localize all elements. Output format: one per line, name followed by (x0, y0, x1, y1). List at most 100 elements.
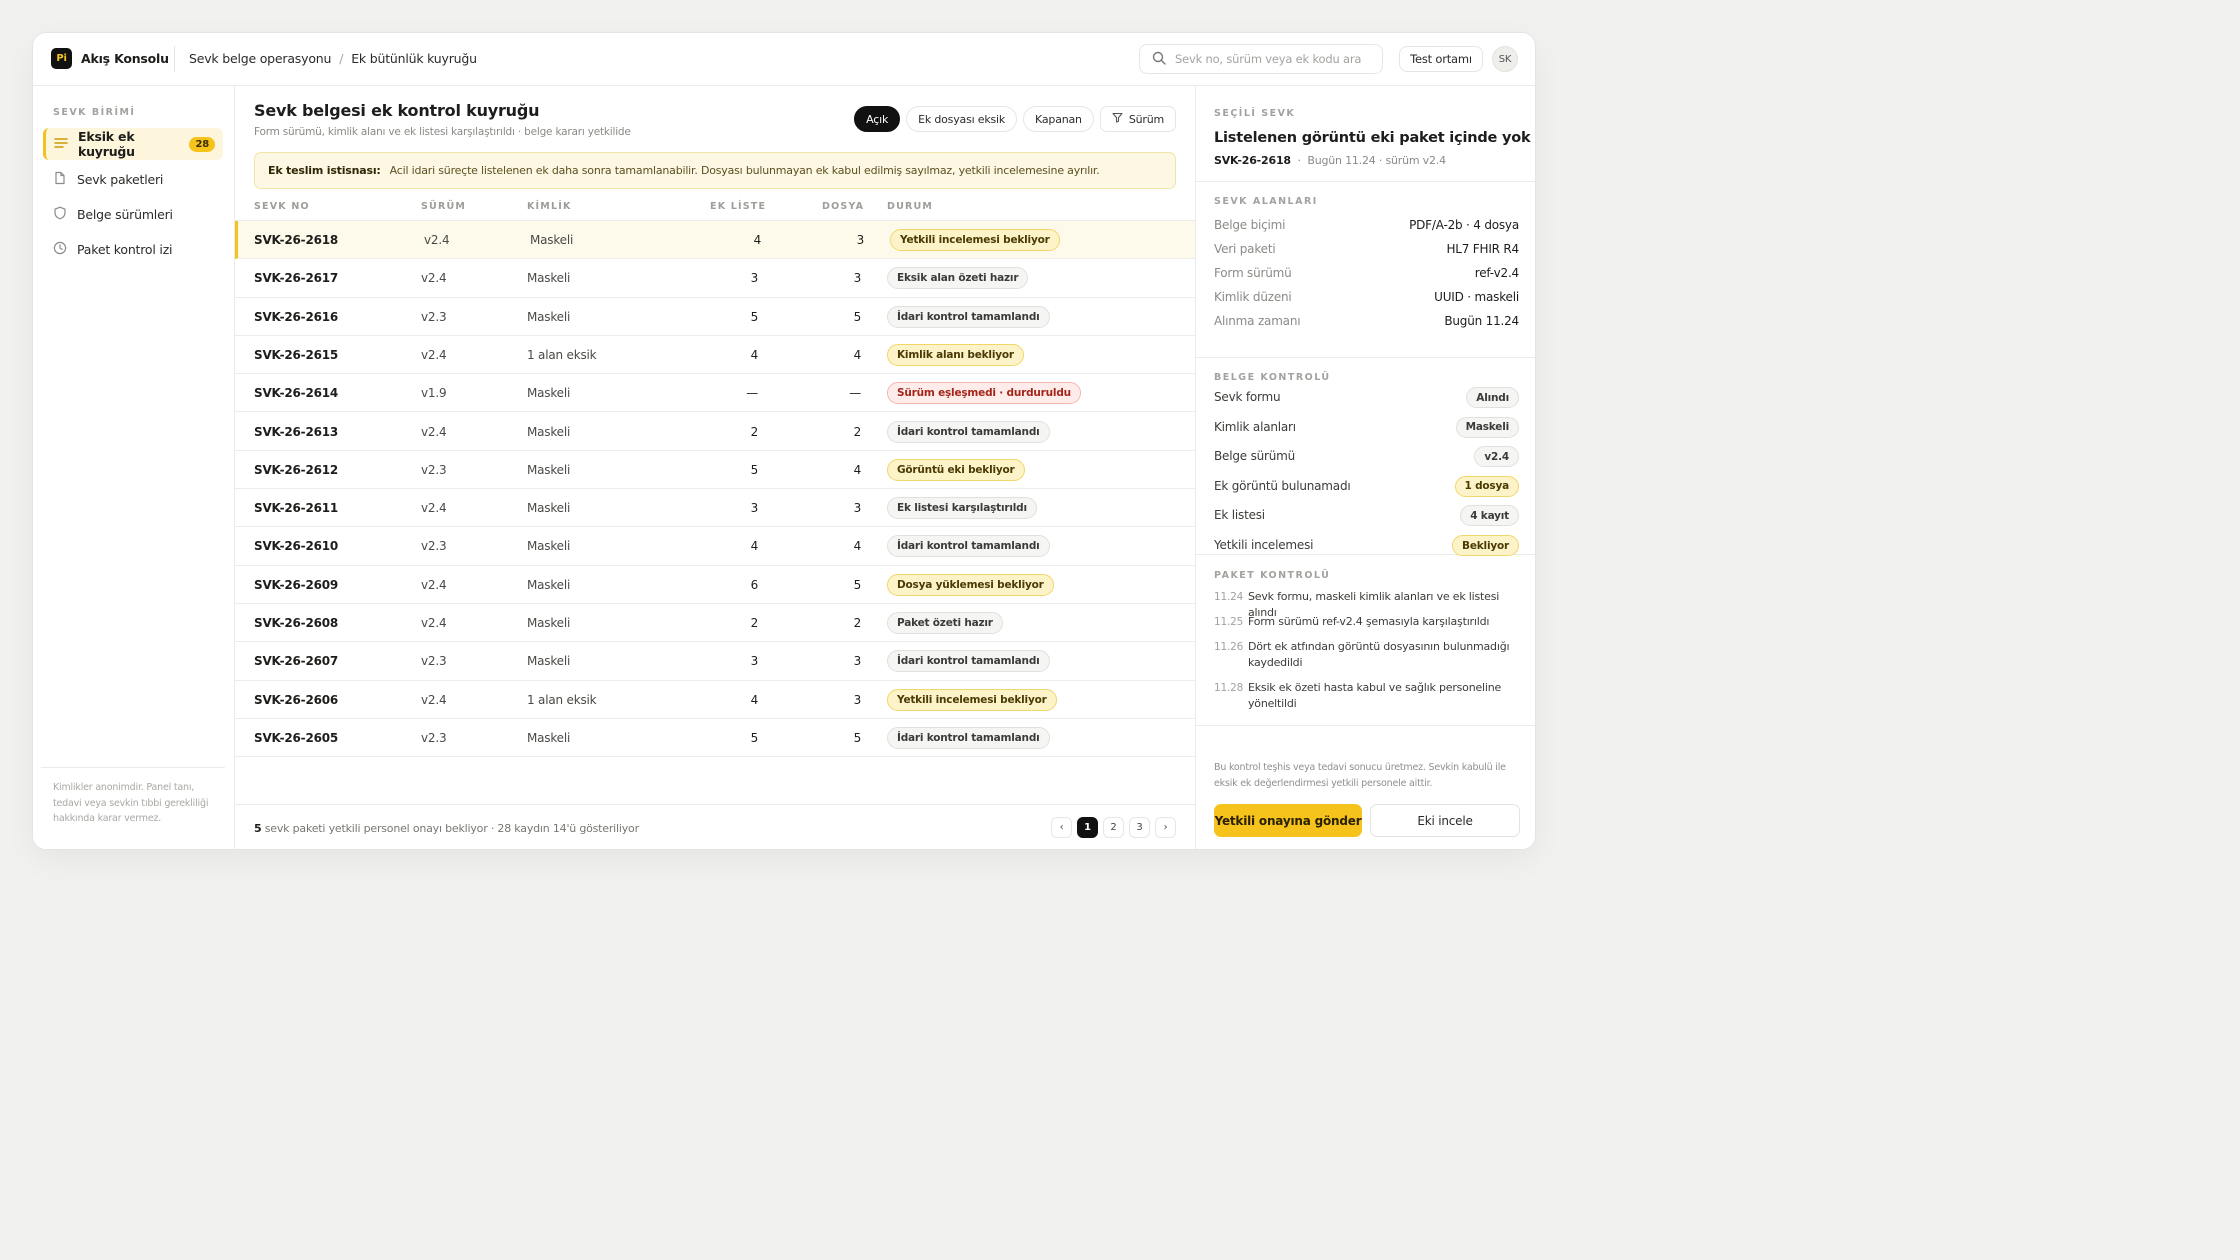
table-row[interactable]: SVK-26-2605 v2.3 Maskeli 5 5 İdari kontrol ta… (235, 719, 1195, 758)
breadcrumb-item-current: Ek bütünlük kuyruğu (351, 51, 477, 66)
fields-section-title: SEVK ALANLARI (1214, 196, 1318, 207)
pagination: ‹ 1 2 3 › (1051, 817, 1176, 838)
detail-title: Listelenen görüntü eki paket içinde yok (1214, 130, 1531, 146)
detail-disclaimer: Bu kontrol teşhis veya tedavi sonucu üre… (1214, 762, 1506, 789)
table-row[interactable]: SVK-26-2614 v1.9 Maskeli — — Sürüm eşleşmedi … (235, 374, 1195, 413)
table-row[interactable]: SVK-26-2612 v2.3 Maskeli 5 4 Görüntü eki bekl… (235, 451, 1195, 490)
sidebar-item-label: Belge sürümleri (77, 206, 173, 222)
checks-section: BELGE KONTROLÜ Sevk formu Alındı Kimlik al… (1196, 358, 1535, 556)
log-time: 11.26 (1214, 641, 1244, 653)
status-badge: Yetkili incelemesi bekliyor (890, 229, 1060, 251)
version-cell: v2.3 (421, 730, 447, 745)
filter-icon (1112, 112, 1123, 126)
column-header-identity[interactable]: KİMLİK (527, 201, 572, 212)
page-title: Sevk belgesi ek kontrol kuyruğu (254, 101, 540, 120)
identity-cell: Maskeli (527, 539, 571, 554)
log-text: Eksik ek özeti hasta kabul ve sağlık per… (1248, 681, 1502, 710)
search-input[interactable] (1175, 52, 1375, 66)
sidebar-item-missing-attachments[interactable]: Eksik ek kuyruğu 28 (43, 128, 223, 160)
send-for-approval-button[interactable]: Yetkili onayına gönder (1214, 804, 1362, 837)
page-2-button[interactable]: 2 (1103, 817, 1124, 838)
filter-open[interactable]: Açık (854, 106, 901, 132)
referral-id: SVK-26-2615 (254, 347, 339, 362)
column-header-id[interactable]: SEVK NO (254, 201, 310, 212)
detail-meta: SVK-26-2618 · Bugün 11.24 · sürüm v2.4 (1214, 154, 1446, 167)
table-row[interactable]: SVK-26-2609 v2.4 Maskeli 6 5 Dosya yüklemesi … (235, 566, 1195, 604)
next-page-button[interactable]: › (1155, 817, 1176, 838)
breadcrumb-item-operation[interactable]: Sevk belge operasyonu (189, 51, 331, 66)
file-count-cell: 3 (853, 271, 862, 286)
list-count-cell: 5 (750, 730, 759, 745)
page-1-button[interactable]: 1 (1077, 817, 1098, 838)
identity-cell: Maskeli (527, 577, 571, 592)
user-avatar[interactable]: SK (1492, 46, 1518, 72)
referral-id: SVK-26-2614 (254, 386, 339, 401)
check-row: Sevk formu Alındı (1214, 387, 1519, 409)
list-count-cell: 4 (753, 233, 762, 247)
table-row[interactable]: SVK-26-2616 v2.3 Maskeli 5 5 İdari kontrol ta… (235, 298, 1195, 336)
referral-id: SVK-26-2605 (254, 730, 339, 745)
breadcrumb-separator: / (339, 51, 344, 66)
table-row[interactable]: SVK-26-2606 v2.4 1 alan eksik 4 3 Yetkili inc… (235, 681, 1195, 719)
identity-cell: Maskeli (527, 309, 571, 324)
inspect-attachment-button[interactable]: Eki incele (1370, 804, 1520, 837)
list-count-cell: 3 (750, 271, 759, 286)
log-section: PAKET KONTROLÜ 11.24 Sevk formu, maskeli … (1196, 555, 1535, 726)
referral-id: SVK-26-2611 (254, 501, 339, 516)
fields-section: SEVK ALANLARI Belge biçimi PDF/A-2b · 4 d… (1196, 182, 1535, 358)
column-header-files[interactable]: DOSYA (822, 201, 864, 212)
column-header-list[interactable]: EK LİSTE (710, 201, 766, 212)
check-label: Sevk formu (1214, 390, 1281, 404)
app-name: Akış Konsolu (81, 51, 169, 66)
check-row: Kimlik alanları Maskeli (1214, 416, 1519, 439)
version-cell: v2.4 (421, 616, 447, 630)
table-row[interactable]: SVK-26-2615 v2.4 1 alan eksik 4 4 Kimlik alan… (235, 336, 1195, 375)
sidebar: SEVK BİRİMİ Eksik ek kuyruğu 28 Sevk pak… (33, 86, 235, 849)
filter-closed[interactable]: Kapanan (1023, 106, 1094, 132)
filter-version-label: Sürüm (1128, 112, 1164, 126)
banner-label: Ek teslim istisnası: (268, 164, 381, 177)
table-row[interactable]: SVK-26-2618 v2.4 Maskeli 4 3 Yetkili inceleme… (235, 221, 1195, 260)
identity-cell: Maskeli (527, 386, 571, 401)
table-row[interactable]: SVK-26-2610 v2.3 Maskeli 4 4 İdari kontrol ta… (235, 527, 1195, 566)
page-3-button[interactable]: 3 (1129, 817, 1150, 838)
version-cell: v2.3 (421, 309, 447, 324)
table-row[interactable]: SVK-26-2617 v2.4 Maskeli 3 3 Eksik alan özeti… (235, 259, 1195, 298)
list-count-cell: 4 (750, 347, 759, 362)
table-row[interactable]: SVK-26-2608 v2.4 Maskeli 2 2 Paket özeti hazı… (235, 604, 1195, 643)
sidebar-item-document-versions[interactable]: Belge sürümleri (43, 198, 223, 230)
pending-summary: 5 sevk paketi yetkili personel onayı bek… (254, 822, 639, 835)
list-count-cell: 6 (750, 577, 759, 592)
table-row[interactable]: SVK-26-2607 v2.3 Maskeli 3 3 İdari kontrol ta… (235, 642, 1195, 681)
table-row[interactable]: SVK-26-2611 v2.4 Maskeli 3 3 Ek listesi karşı… (235, 489, 1195, 528)
column-header-status[interactable]: DURUM (887, 201, 933, 212)
environment-button[interactable]: Test ortamı (1399, 46, 1483, 72)
field-value: Bugün 11.24 (1444, 314, 1519, 328)
referral-id: SVK-26-2617 (254, 271, 339, 286)
field-label: Form sürümü (1214, 266, 1292, 280)
sidebar-item-package-audit[interactable]: Paket kontrol izi (43, 233, 223, 265)
table-footer: 5 sevk paketi yetkili personel onayı bek… (235, 804, 1195, 849)
list-count-cell: 5 (750, 309, 759, 324)
status-badge: İdari kontrol tamamlandı (887, 650, 1050, 673)
identity-cell: Maskeli (527, 501, 571, 516)
referral-id: SVK-26-2618 (254, 233, 339, 247)
check-label: Belge sürümü (1214, 449, 1296, 464)
status-badge: Ek listesi karşılaştırıldı (887, 497, 1037, 520)
filter-missing-file[interactable]: Ek dosyası eksik (906, 106, 1018, 132)
sidebar-item-referral-packages[interactable]: Sevk paketleri (43, 163, 223, 195)
list-count-cell: 4 (750, 539, 759, 554)
table-row[interactable]: SVK-26-2613 v2.4 Maskeli 2 2 İdari kontrol ta… (235, 413, 1195, 451)
filter-version[interactable]: Sürüm (1099, 106, 1176, 132)
prev-page-button[interactable]: ‹ (1051, 817, 1072, 838)
filter-bar: Açık Ek dosyası eksik Kapanan Sürüm (854, 106, 1176, 132)
count-badge: 28 (189, 136, 215, 152)
list-count-cell: 3 (750, 654, 759, 669)
field-label: Veri paketi (1214, 242, 1276, 256)
page-subtitle: Form sürümü, kimlik alanı ve ek listesi … (254, 126, 631, 138)
field-value: ref-v2.4 (1474, 266, 1519, 280)
queue-panel: Sevk belgesi ek kontrol kuyruğu Form sür… (235, 86, 1195, 849)
column-header-version[interactable]: SÜRÜM (421, 201, 466, 212)
detail-summary: SEÇİLİ SEVK Listelenen görüntü eki paket… (1196, 86, 1535, 182)
check-badge: 1 dosya (1454, 475, 1519, 497)
